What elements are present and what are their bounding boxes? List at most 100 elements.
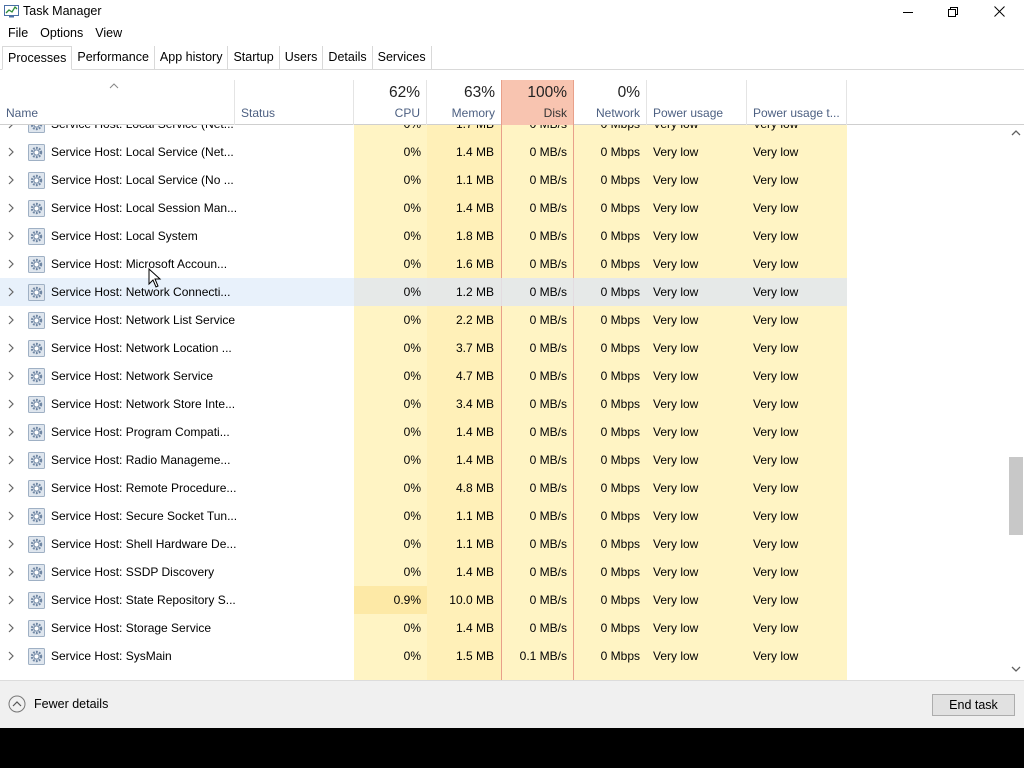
expand-chevron-icon[interactable] — [6, 455, 16, 465]
vertical-scrollbar[interactable] — [1008, 125, 1024, 680]
memory-value: 1.4 MB — [455, 201, 494, 215]
expand-chevron-icon[interactable] — [6, 287, 16, 297]
network-value: 0 Mbps — [600, 397, 640, 411]
table-row[interactable]: Service Host: Network Location ... 0% 3.7 … — [0, 334, 1008, 362]
table-row[interactable]: Service Host: SysMain 0% 1.5 MB 0.1 MB/s 0 M… — [0, 642, 1008, 670]
table-row[interactable]: Service Host: State Repository S... 0.9% 1… — [0, 586, 1008, 614]
table-row[interactable]: Service Host: Network Service 0% 4.7 MB 0 M… — [0, 362, 1008, 390]
process-name: Service Host: SSDP Discovery — [51, 565, 215, 579]
header-memory[interactable]: 63% Memory — [427, 80, 501, 125]
disk-value: 0 MB/s — [529, 341, 567, 355]
expand-chevron-icon[interactable] — [6, 125, 16, 129]
tab-app-history[interactable]: App history — [154, 46, 229, 70]
tab-startup[interactable]: Startup — [228, 46, 280, 70]
tab-performance[interactable]: Performance — [72, 46, 155, 70]
header-network[interactable]: 0% Network — [574, 80, 647, 125]
memory-value: 1.4 MB — [455, 621, 494, 635]
service-gear-icon — [28, 172, 45, 189]
disk-value: 0 MB/s — [529, 397, 567, 411]
service-gear-icon — [28, 228, 45, 245]
table-row[interactable]: Service Host: Remote Procedure... 0% 4.8 M… — [0, 474, 1008, 502]
menu-options[interactable]: Options — [34, 23, 89, 43]
power-usage-value: Very low — [653, 621, 699, 635]
process-name: Service Host: Microsoft Accoun... — [51, 257, 228, 271]
tab-users[interactable]: Users — [279, 46, 324, 70]
service-gear-icon — [28, 480, 45, 497]
table-row[interactable]: Service Host: Shell Hardware De... 0% 1.1 … — [0, 530, 1008, 558]
tab-details[interactable]: Details — [323, 46, 373, 70]
table-row[interactable]: Service Host: Local System 0% 1.8 MB 0 MB/s… — [0, 222, 1008, 250]
service-gear-icon — [28, 284, 45, 301]
menu-file[interactable]: File — [0, 23, 34, 43]
expand-chevron-icon[interactable] — [6, 231, 16, 241]
table-row[interactable]: Service Host: Network List Service 0% 2.2 … — [0, 306, 1008, 334]
table-row[interactable]: Service Host: Local Service (Net... 0% 1.4… — [0, 138, 1008, 166]
power-usage-value: Very low — [653, 425, 699, 439]
power-usage-value: Very low — [653, 285, 699, 299]
expand-chevron-icon[interactable] — [6, 175, 16, 185]
power-usage-trend-value: Very low — [753, 537, 799, 551]
power-usage-value: Very low — [653, 593, 699, 607]
table-row[interactable]: Service Host: Local Service (No ... 0% 1.1… — [0, 166, 1008, 194]
scroll-down-icon[interactable] — [1011, 665, 1021, 673]
header-power-usage[interactable]: Power usage — [647, 80, 747, 125]
process-name: Service Host: SysMain — [51, 649, 172, 663]
network-value: 0 Mbps — [600, 229, 640, 243]
expand-chevron-icon[interactable] — [6, 483, 16, 493]
close-button[interactable] — [976, 0, 1022, 23]
table-row[interactable]: Service Host: Radio Manageme... 0% 1.4 MB 0… — [0, 446, 1008, 474]
header-cpu[interactable]: 62% CPU — [354, 80, 427, 125]
power-usage-value: Very low — [653, 229, 699, 243]
expand-chevron-icon[interactable] — [6, 147, 16, 157]
expand-chevron-icon[interactable] — [6, 399, 16, 409]
cpu-value: 0% — [403, 257, 421, 271]
header-power-usage-trend[interactable]: Power usage t... — [747, 80, 847, 125]
expand-chevron-icon[interactable] — [6, 511, 16, 521]
expand-chevron-icon[interactable] — [6, 203, 16, 213]
tab-services[interactable]: Services — [372, 46, 432, 70]
title-bar: Task Manager — [0, 0, 1024, 23]
expand-chevron-icon[interactable] — [6, 371, 16, 381]
cpu-value: 0% — [403, 649, 421, 663]
process-name: Service Host: Radio Manageme... — [51, 453, 231, 467]
minimize-button[interactable] — [885, 0, 931, 23]
expand-chevron-icon[interactable] — [6, 595, 16, 605]
restore-button[interactable] — [930, 0, 976, 23]
end-task-button[interactable]: End task — [932, 694, 1015, 716]
memory-value: 1.6 MB — [455, 257, 494, 271]
menu-view[interactable]: View — [89, 23, 128, 43]
scroll-up-icon[interactable] — [1011, 129, 1021, 137]
power-usage-trend-value: Very low — [753, 397, 799, 411]
scrollbar-thumb[interactable] — [1009, 457, 1023, 535]
service-gear-icon — [28, 340, 45, 357]
table-row[interactable]: Service Host: Local Session Man... 0% 1.4 … — [0, 194, 1008, 222]
expand-chevron-icon[interactable] — [6, 623, 16, 633]
power-usage-value: Very low — [653, 649, 699, 663]
header-disk[interactable]: 100% Disk — [501, 80, 574, 125]
expand-chevron-icon[interactable] — [6, 259, 16, 269]
service-gear-icon — [28, 592, 45, 609]
expand-chevron-icon[interactable] — [6, 651, 16, 661]
table-row[interactable]: Service Host: Network Store Inte... 0% 3.4… — [0, 390, 1008, 418]
table-row[interactable]: Service Host: Local Service (Net... 0% 1.7… — [0, 125, 1008, 138]
expand-chevron-icon[interactable] — [6, 315, 16, 325]
table-row[interactable]: Service Host: Program Compati... 0% 1.4 MB… — [0, 418, 1008, 446]
expand-chevron-icon[interactable] — [6, 567, 16, 577]
expand-chevron-icon[interactable] — [6, 427, 16, 437]
disk-value: 0 MB/s — [529, 481, 567, 495]
tab-processes[interactable]: Processes — [2, 46, 73, 70]
header-name[interactable]: Name — [0, 80, 235, 125]
network-value: 0 Mbps — [600, 313, 640, 327]
header-status[interactable]: Status — [235, 80, 354, 125]
table-row[interactable]: Service Host: SSDP Discovery 0% 1.4 MB 0 MB… — [0, 558, 1008, 586]
process-name: Service Host: Network Store Inte... — [51, 397, 236, 411]
expand-chevron-icon[interactable] — [6, 343, 16, 353]
disk-total: 100% — [527, 84, 567, 101]
process-name: Service Host: Remote Procedure... — [51, 481, 237, 495]
power-usage-value: Very low — [653, 145, 699, 159]
expand-chevron-icon[interactable] — [6, 539, 16, 549]
cpu-value: 0% — [403, 453, 421, 467]
table-row[interactable]: Service Host: Storage Service 0% 1.4 MB 0 M… — [0, 614, 1008, 642]
fewer-details-button[interactable]: Fewer details — [8, 695, 108, 713]
table-row[interactable]: Service Host: Secure Socket Tun... 0% 1.1 … — [0, 502, 1008, 530]
